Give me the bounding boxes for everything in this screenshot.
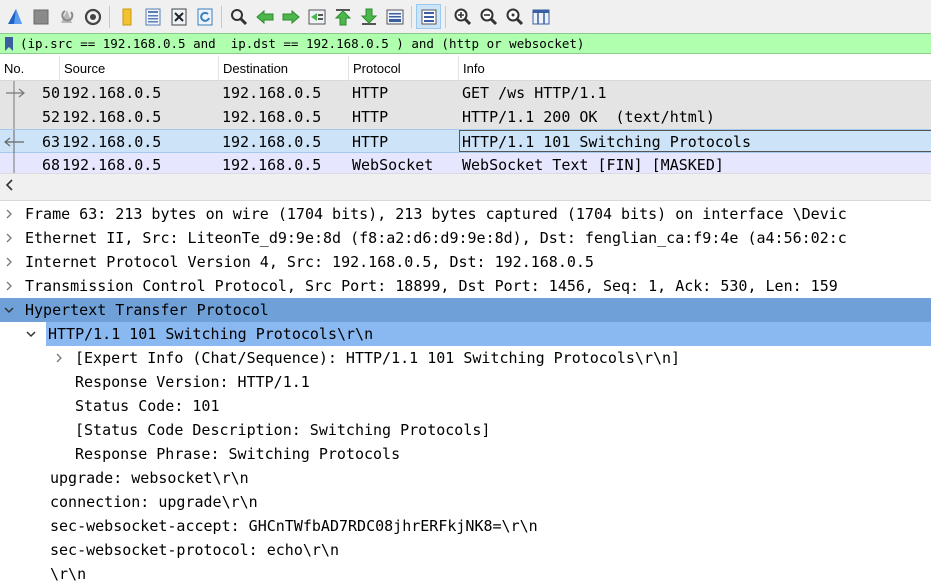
- detail-tree-text: [Status Code Description: Switching Prot…: [75, 421, 491, 439]
- colorize-icon[interactable]: [416, 4, 441, 29]
- scroll-left-arrow-icon[interactable]: [2, 177, 18, 193]
- chevron-right-icon[interactable]: [51, 346, 67, 370]
- detail-tree-text: Internet Protocol Version 4, Src: 192.16…: [25, 253, 594, 271]
- column-header-protocol[interactable]: Protocol: [349, 56, 459, 81]
- display-filter-input[interactable]: (ip.src == 192.168.0.5 and ip.dst == 192…: [16, 36, 584, 51]
- zoom-normal-icon[interactable]: [502, 4, 527, 29]
- detail-tree-item[interactable]: sec-websocket-protocol: echo\r\n: [0, 538, 931, 562]
- save-file-icon[interactable]: [140, 4, 165, 29]
- detail-tree-item[interactable]: Response Phrase: Switching Protocols: [0, 442, 931, 466]
- detail-tree-item[interactable]: HTTP/1.1 101 Switching Protocols\r\n: [26, 322, 931, 346]
- auto-scroll-icon[interactable]: [382, 4, 407, 29]
- column-header-info[interactable]: Info: [459, 56, 931, 81]
- detail-tree-item[interactable]: Hypertext Transfer Protocol: [0, 298, 931, 322]
- detail-tree-text: Status Code: 101: [75, 397, 220, 415]
- main-toolbar: [0, 0, 931, 33]
- detail-tree-item[interactable]: Internet Protocol Version 4, Src: 192.16…: [0, 250, 931, 274]
- packet-protocol: HTTP: [352, 84, 389, 102]
- detail-tree-text: Transmission Control Protocol, Src Port:…: [25, 277, 838, 295]
- detail-tree-text: upgrade: websocket\r\n: [50, 469, 249, 487]
- detail-tree-text: Response Version: HTTP/1.1: [75, 373, 310, 391]
- packet-no: 52: [41, 108, 60, 126]
- detail-tree-text: HTTP/1.1 101 Switching Protocols\r\n: [48, 325, 374, 343]
- packet-destination: 192.168.0.5: [222, 108, 322, 126]
- detail-tree-text: sec-websocket-accept: GHCnTWfbAD7RDC08jh…: [50, 517, 538, 535]
- toolbar-separator: [221, 5, 222, 28]
- column-header-source[interactable]: Source: [60, 56, 219, 81]
- capture-options-gear-icon[interactable]: [80, 4, 105, 29]
- request-arrow-icon: [6, 81, 25, 105]
- packet-row[interactable]: 50 192.168.0.5 192.168.0.5 HTTP GET /ws …: [0, 81, 931, 105]
- packet-info: HTTP/1.1 200 OK (text/html): [462, 108, 715, 126]
- packet-row-selected[interactable]: 63 192.168.0.5 192.168.0.5 HTTP HTTP/1.1…: [0, 129, 931, 154]
- detail-tree-text: connection: upgrade\r\n: [50, 493, 258, 511]
- find-packet-icon[interactable]: [226, 4, 251, 29]
- close-file-icon[interactable]: [166, 4, 191, 29]
- packet-list-horizontal-scrollbar[interactable]: [0, 173, 931, 195]
- packet-no: 50: [41, 84, 60, 102]
- toolbar-separator: [445, 5, 446, 28]
- packet-destination: 192.168.0.5: [222, 133, 322, 151]
- resize-columns-icon[interactable]: [528, 4, 553, 29]
- conversation-line-icon: [13, 105, 15, 129]
- chevron-right-icon[interactable]: [1, 226, 17, 250]
- detail-tree-item[interactable]: [Status Code Description: Switching Prot…: [0, 418, 931, 442]
- toolbar-separator: [109, 5, 110, 28]
- packet-list-header: No. Source Destination Protocol Info: [0, 56, 931, 81]
- detail-tree-text: Ethernet II, Src: LiteonTe_d9:9e:8d (f8:…: [25, 229, 847, 247]
- chevron-right-icon[interactable]: [1, 274, 17, 298]
- detail-tree-text: \r\n: [50, 565, 87, 583]
- chevron-down-icon[interactable]: [1, 298, 17, 322]
- packet-no: 63: [41, 133, 60, 151]
- pane-splitter[interactable]: [0, 195, 931, 201]
- detail-tree-text: Hypertext Transfer Protocol: [25, 301, 269, 319]
- packet-info: HTTP/1.1 101 Switching Protocols: [462, 133, 751, 151]
- column-header-destination[interactable]: Destination: [219, 56, 349, 81]
- go-first-packet-icon[interactable]: [330, 4, 355, 29]
- packet-source: 192.168.0.5: [62, 84, 162, 102]
- chevron-right-icon[interactable]: [1, 202, 17, 226]
- detail-tree-item[interactable]: [Expert Info (Chat/Sequence): HTTP/1.1 1…: [0, 346, 931, 370]
- packet-protocol: HTTP: [352, 108, 389, 126]
- chevron-right-icon[interactable]: [1, 250, 17, 274]
- go-last-packet-icon[interactable]: [356, 4, 381, 29]
- bookmark-icon[interactable]: [2, 34, 16, 53]
- detail-tree-item[interactable]: connection: upgrade\r\n: [0, 490, 931, 514]
- packet-source: 192.168.0.5: [62, 133, 162, 151]
- detail-tree-item[interactable]: Ethernet II, Src: LiteonTe_d9:9e:8d (f8:…: [0, 226, 931, 250]
- packet-source: 192.168.0.5: [62, 108, 162, 126]
- packet-protocol: HTTP: [352, 133, 389, 151]
- restart-capture-icon[interactable]: [54, 4, 79, 29]
- packet-destination: 192.168.0.5: [222, 84, 322, 102]
- stop-capture-icon[interactable]: [28, 4, 53, 29]
- detail-tree-item[interactable]: Status Code: 101: [0, 394, 931, 418]
- zoom-out-icon[interactable]: [476, 4, 501, 29]
- detail-tree-item[interactable]: Response Version: HTTP/1.1: [0, 370, 931, 394]
- response-arrow-icon: [4, 130, 24, 154]
- packet-details-tree: Frame 63: 213 bytes on wire (1704 bits),…: [0, 202, 931, 583]
- go-to-packet-icon[interactable]: [304, 4, 329, 29]
- detail-tree-text: Response Phrase: Switching Protocols: [75, 445, 401, 463]
- open-file-icon[interactable]: [114, 4, 139, 29]
- detail-tree-text: sec-websocket-protocol: echo\r\n: [50, 541, 339, 559]
- chevron-down-icon[interactable]: [23, 322, 39, 346]
- zoom-in-icon[interactable]: [450, 4, 475, 29]
- detail-tree-item[interactable]: Transmission Control Protocol, Src Port:…: [0, 274, 931, 298]
- toolbar-separator: [411, 5, 412, 28]
- detail-tree-text: Frame 63: 213 bytes on wire (1704 bits),…: [25, 205, 847, 223]
- detail-tree-text: [Expert Info (Chat/Sequence): HTTP/1.1 1…: [75, 349, 681, 367]
- packet-row[interactable]: 52 192.168.0.5 192.168.0.5 HTTP HTTP/1.1…: [0, 105, 931, 129]
- packet-info: GET /ws HTTP/1.1: [462, 84, 607, 102]
- reload-file-icon[interactable]: [192, 4, 217, 29]
- go-back-icon[interactable]: [252, 4, 277, 29]
- detail-tree-item[interactable]: sec-websocket-accept: GHCnTWfbAD7RDC08jh…: [0, 514, 931, 538]
- detail-tree-item[interactable]: Frame 63: 213 bytes on wire (1704 bits),…: [0, 202, 931, 226]
- shark-fin-start-icon[interactable]: [2, 4, 27, 29]
- display-filter-bar[interactable]: (ip.src == 192.168.0.5 and ip.dst == 192…: [0, 33, 931, 54]
- go-forward-icon[interactable]: [278, 4, 303, 29]
- column-header-no[interactable]: No.: [0, 56, 60, 81]
- detail-tree-item[interactable]: \r\n: [0, 562, 931, 583]
- detail-tree-item[interactable]: upgrade: websocket\r\n: [0, 466, 931, 490]
